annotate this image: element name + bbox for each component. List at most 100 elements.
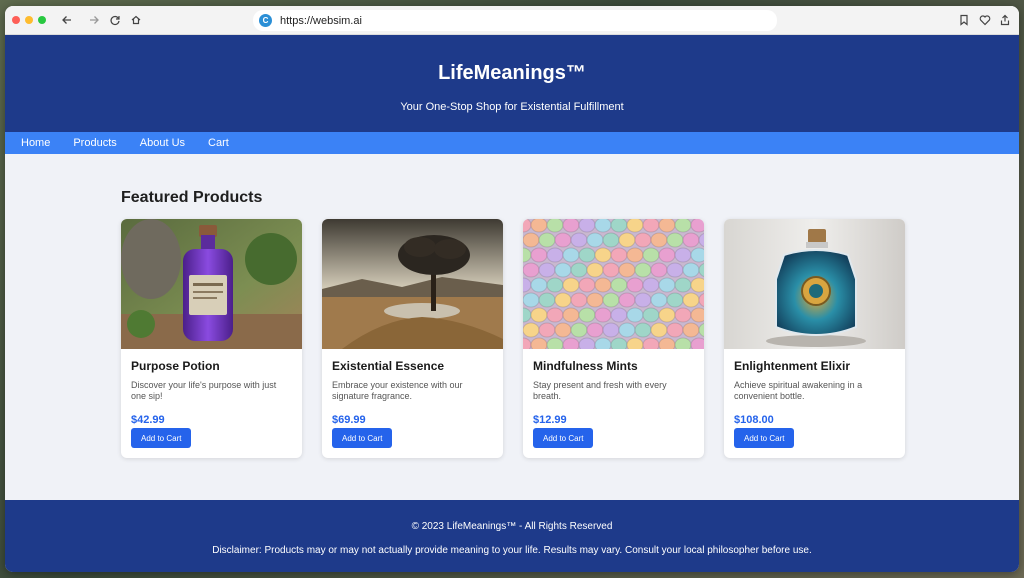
mint-candy <box>594 219 612 233</box>
mint-candy <box>578 219 596 233</box>
main-nav: Home Products About Us Cart <box>5 132 1019 154</box>
mint-candy <box>546 277 564 293</box>
mint-candy <box>650 292 668 308</box>
mint-candy <box>618 322 636 338</box>
mint-candy <box>626 219 644 233</box>
mint-candy <box>538 322 556 338</box>
bookmark-button[interactable] <box>956 12 972 28</box>
mint-candy <box>530 247 548 263</box>
mint-candy <box>690 219 704 233</box>
home-icon <box>131 15 141 25</box>
mint-candy <box>642 277 660 293</box>
share-button[interactable] <box>997 12 1013 28</box>
product-price: $42.99 <box>131 414 165 426</box>
mint-candy <box>594 307 612 323</box>
url-text: https://websim.ai <box>280 14 362 27</box>
mint-candy <box>554 322 572 338</box>
address-bar[interactable]: C https://websim.ai <box>253 10 777 31</box>
product-card: Mindfulness Mints Stay present and fresh… <box>523 219 704 458</box>
product-price: $12.99 <box>533 414 567 426</box>
mint-candy <box>562 247 580 263</box>
mint-candy <box>562 337 580 349</box>
mint-candy <box>586 232 604 248</box>
mint-candy <box>610 337 628 349</box>
mint-candy <box>642 219 660 233</box>
mint-candy <box>586 322 604 338</box>
mint-candy <box>674 307 692 323</box>
minimize-window-button[interactable] <box>25 16 33 24</box>
mint-candy <box>650 322 668 338</box>
mint-candy <box>546 247 564 263</box>
product-image-purpose-potion <box>121 219 302 349</box>
mint-candy <box>650 262 668 278</box>
product-card: Existential Essence Embrace your existen… <box>322 219 503 458</box>
product-card: Enlightenment Elixir Achieve spiritual a… <box>724 219 905 458</box>
mint-candy <box>523 322 540 338</box>
heart-icon <box>979 15 991 26</box>
reload-icon <box>110 15 120 26</box>
mint-candy <box>682 262 700 278</box>
back-button[interactable] <box>59 12 75 28</box>
nav-link-cart[interactable]: Cart <box>208 137 229 149</box>
arrow-left-icon <box>62 16 71 24</box>
mint-candy <box>610 219 628 233</box>
site-favicon: C <box>259 14 272 27</box>
mint-candy <box>594 337 612 349</box>
product-description: Stay present and fresh with every breath… <box>533 380 667 401</box>
mint-candy <box>538 232 556 248</box>
mint-candy <box>538 262 556 278</box>
mint-candy <box>602 292 620 308</box>
mint-candy <box>523 232 540 248</box>
add-to-cart-button[interactable]: Add to Cart <box>734 428 795 448</box>
mint-candy <box>546 337 564 349</box>
mint-candy <box>562 307 580 323</box>
mint-candy <box>626 307 644 323</box>
add-to-cart-button[interactable]: Add to Cart <box>533 428 594 448</box>
copyright-text: © 2023 LifeMeanings™ - All Rights Reserv… <box>411 521 613 532</box>
product-image-existential-essence <box>322 219 503 349</box>
mint-candy <box>594 247 612 263</box>
forward-button[interactable] <box>86 12 102 28</box>
home-button[interactable] <box>128 12 144 28</box>
reload-button[interactable] <box>107 12 123 28</box>
nav-link-products[interactable]: Products <box>73 137 116 149</box>
section-title: Featured Products <box>121 189 263 206</box>
mint-candy <box>610 247 628 263</box>
site-title: LifeMeanings™ <box>438 62 586 84</box>
mint-candy <box>618 232 636 248</box>
favorite-button[interactable] <box>977 12 993 28</box>
add-to-cart-button[interactable]: Add to Cart <box>131 428 192 448</box>
mint-candy <box>538 292 556 308</box>
mint-candy <box>554 232 572 248</box>
mint-candy <box>530 219 548 233</box>
mint-candy <box>602 262 620 278</box>
product-description: Discover your life's purpose with just o… <box>131 380 277 401</box>
maximize-window-button[interactable] <box>38 16 46 24</box>
mint-candy <box>578 337 596 349</box>
mint-candy <box>618 292 636 308</box>
mint-candy <box>523 262 540 278</box>
mint-candy <box>690 247 704 263</box>
mint-candy <box>554 262 572 278</box>
mint-candy <box>674 219 692 233</box>
mint-candy <box>634 262 652 278</box>
nav-link-home[interactable]: Home <box>21 137 50 149</box>
product-name: Enlightenment Elixir <box>734 359 851 373</box>
mint-candy <box>562 277 580 293</box>
mint-candy <box>682 232 700 248</box>
nav-link-about-us[interactable]: About Us <box>140 137 185 149</box>
mint-candy <box>666 292 684 308</box>
mint-candy <box>658 219 676 233</box>
mint-candy <box>594 277 612 293</box>
mint-candy <box>618 262 636 278</box>
add-to-cart-button[interactable]: Add to Cart <box>332 428 393 448</box>
mint-candy <box>690 307 704 323</box>
site-tagline: Your One-Stop Shop for Existential Fulfi… <box>400 101 624 113</box>
arrow-right-icon <box>90 16 99 24</box>
mint-candy <box>554 292 572 308</box>
share-icon <box>1000 14 1010 26</box>
mint-candy <box>570 292 588 308</box>
close-window-button[interactable] <box>12 16 20 24</box>
mint-candy <box>666 232 684 248</box>
mint-candy <box>658 307 676 323</box>
